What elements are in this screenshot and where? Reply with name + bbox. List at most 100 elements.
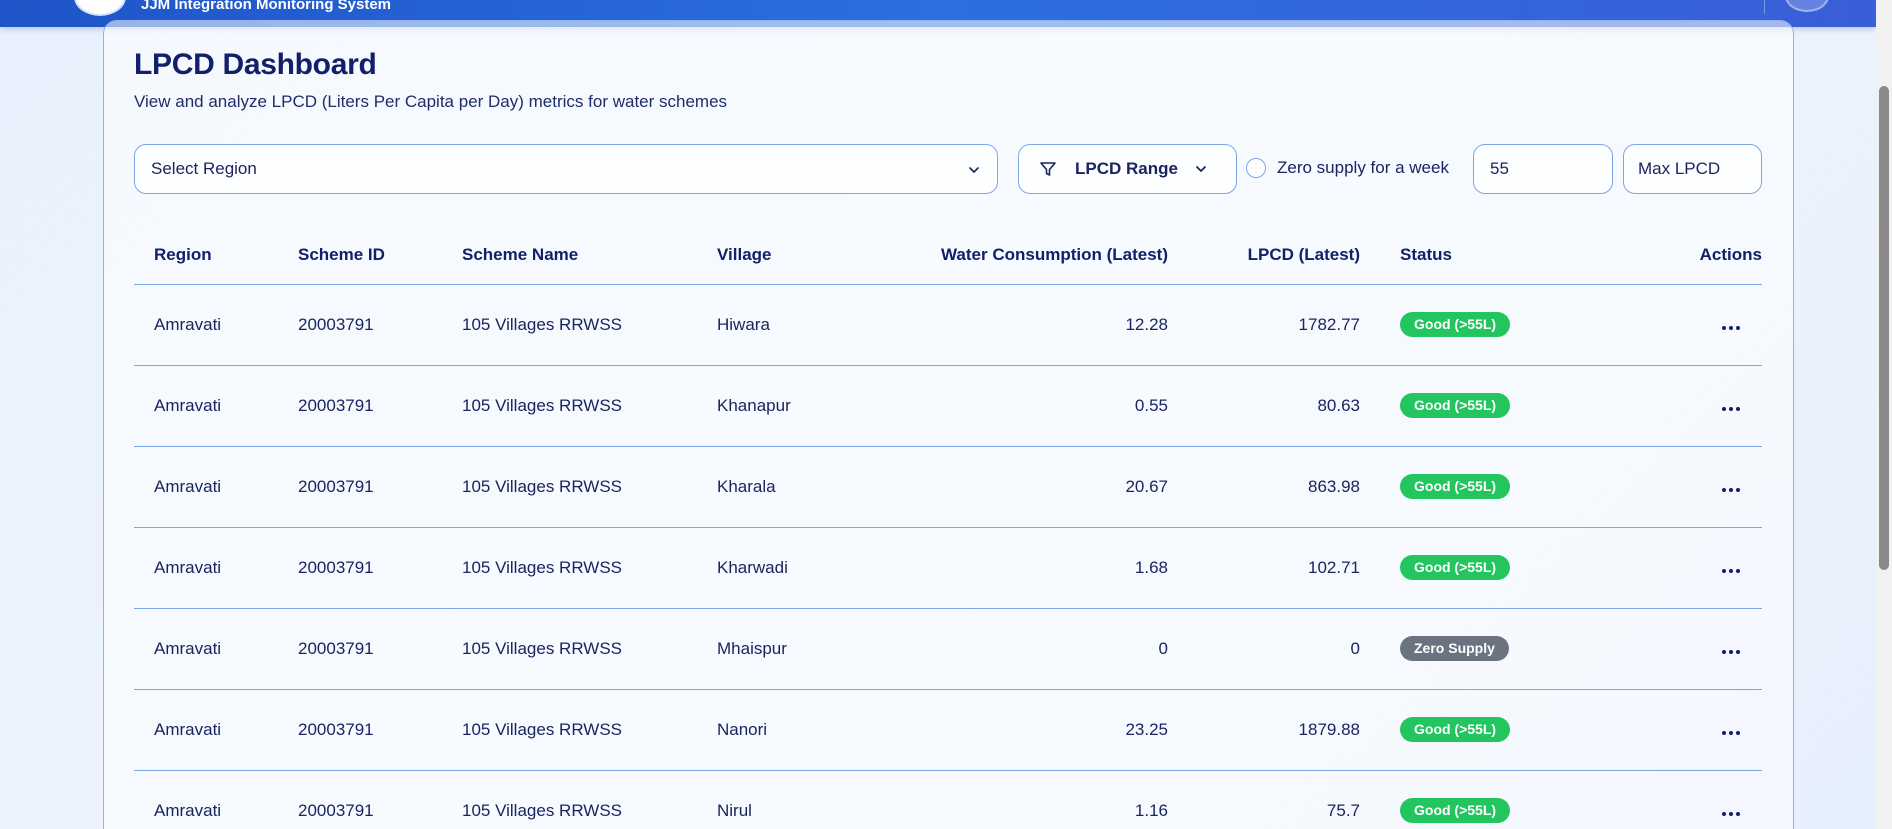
dot [1736,487,1740,492]
scheme-name-cell: 105 Villages RRWSS [442,284,697,366]
status-badge: Zero Supply [1400,636,1509,661]
region-select[interactable]: Select Region [134,144,998,194]
dot [1729,568,1733,573]
table-row[interactable]: Amravati 20003791 105 Villages RRWSS Khanap… [134,365,1762,447]
dot [1722,568,1726,573]
water-consumption-cell: 1.68 [862,527,1168,609]
dot [1722,406,1726,411]
actions-cell [1625,527,1762,609]
status-badge: Good (>55L) [1400,798,1511,823]
column-header-village[interactable]: Village [697,227,862,285]
lpcd-cell: 863.98 [1168,446,1360,528]
region-cell: Amravati [134,770,278,829]
status-cell: Good (>55L) [1360,527,1625,609]
dot [1729,406,1733,411]
column-header-status[interactable]: Status [1360,227,1625,285]
table-row[interactable]: Amravati 20003791 105 Villages RRWSS Mhaisp… [134,608,1762,690]
dot [1729,487,1733,492]
dot [1729,811,1733,816]
village-cell: Mhaispur [697,608,862,690]
lpcd-range-button[interactable]: LPCD Range [1018,144,1237,194]
lpcd-cell: 0 [1168,608,1360,690]
actions-cell [1625,365,1762,447]
scheme-name-cell: 105 Villages RRWSS [442,446,697,528]
water-consumption-cell: 1.16 [862,770,1168,829]
status-badge: Good (>55L) [1400,717,1511,742]
water-consumption-cell: 20.67 [862,446,1168,528]
dot [1722,649,1726,654]
lpcd-cell: 75.7 [1168,770,1360,829]
more-horizontal-icon[interactable] [1710,406,1740,411]
min-lpcd-value: 55 [1490,159,1509,178]
status-cell: Good (>55L) [1360,284,1625,366]
column-header-region[interactable]: Region [134,227,278,285]
more-horizontal-icon[interactable] [1710,811,1740,816]
column-header-scheme-id[interactable]: Scheme ID [278,227,442,285]
zero-supply-radio[interactable] [1246,158,1266,178]
zero-supply-toggle[interactable]: Zero supply for a week [1246,158,1449,178]
village-cell: Nanori [697,689,862,771]
scheme-name-cell: 105 Villages RRWSS [442,365,697,447]
chevron-down-icon [1194,162,1208,176]
actions-cell [1625,689,1762,771]
region-select-placeholder: Select Region [151,159,257,178]
table-row[interactable]: Amravati 20003791 105 Villages RRWSS Kharal… [134,446,1762,528]
water-consumption-cell: 12.28 [862,284,1168,366]
region-cell: Amravati [134,446,278,528]
status-cell: Good (>55L) [1360,770,1625,829]
lpcd-cell: 102.71 [1168,527,1360,609]
region-cell: Amravati [134,365,278,447]
table-row[interactable]: Amravati 20003791 105 Villages RRWSS Kharwa… [134,527,1762,609]
table-header-row: Region Scheme ID Scheme Name Village Wat… [134,227,1762,285]
scheme-name-cell: 105 Villages RRWSS [442,527,697,609]
lpcd-cell: 1782.77 [1168,284,1360,366]
village-cell: Kharala [697,446,862,528]
status-badge: Good (>55L) [1400,312,1511,337]
table-row[interactable]: Amravati 20003791 105 Villages RRWSS Nirul 1… [134,770,1762,829]
lpcd-range-label: LPCD Range [1075,159,1178,178]
min-lpcd-input[interactable]: 55 [1473,144,1613,194]
scheme-id-cell: 20003791 [278,284,442,366]
lpcd-cell: 1879.88 [1168,689,1360,771]
column-header-scheme-name[interactable]: Scheme Name [442,227,697,285]
water-consumption-cell: 0 [862,608,1168,690]
dot [1722,730,1726,735]
village-cell: Khanapur [697,365,862,447]
more-horizontal-icon[interactable] [1710,568,1740,573]
column-header-lpcd[interactable]: LPCD (Latest) [1168,227,1360,285]
page-title: LPCD Dashboard [134,48,377,81]
status-cell: Good (>55L) [1360,446,1625,528]
dot [1729,649,1733,654]
jjm-logo [74,0,126,16]
more-horizontal-icon[interactable] [1710,649,1740,654]
more-horizontal-icon[interactable] [1710,487,1740,492]
funnel-icon [1039,160,1057,178]
table-body: Amravati 20003791 105 Villages RRWSS Hiwara… [134,284,1762,829]
dot [1736,325,1740,330]
dot [1729,730,1733,735]
dot [1736,649,1740,654]
dot [1736,406,1740,411]
app-title: JJM Integration Monitoring System [141,0,392,13]
max-lpcd-input[interactable]: Max LPCD [1623,144,1762,194]
scheme-name-cell: 105 Villages RRWSS [442,608,697,690]
water-consumption-cell: 23.25 [862,689,1168,771]
lpcd-table: Region Scheme ID Scheme Name Village Wat… [134,227,1762,829]
topbar-divider [1764,0,1765,14]
page-subtitle: View and analyze LPCD (Liters Per Capita… [134,92,728,111]
status-badge: Good (>55L) [1400,393,1511,418]
dot [1736,568,1740,573]
zero-supply-label: Zero supply for a week [1277,158,1449,177]
user-avatar[interactable] [1785,0,1829,12]
column-header-water-consumption[interactable]: Water Consumption (Latest) [862,227,1168,285]
scheme-id-cell: 20003791 [278,527,442,609]
table-row[interactable]: Amravati 20003791 105 Villages RRWSS Nanori… [134,689,1762,771]
more-horizontal-icon[interactable] [1710,325,1740,330]
scrollbar-thumb[interactable] [1879,86,1889,570]
scheme-id-cell: 20003791 [278,608,442,690]
scheme-id-cell: 20003791 [278,446,442,528]
more-horizontal-icon[interactable] [1710,730,1740,735]
table-row[interactable]: Amravati 20003791 105 Villages RRWSS Hiwara… [134,284,1762,366]
scheme-id-cell: 20003791 [278,365,442,447]
dot [1722,325,1726,330]
